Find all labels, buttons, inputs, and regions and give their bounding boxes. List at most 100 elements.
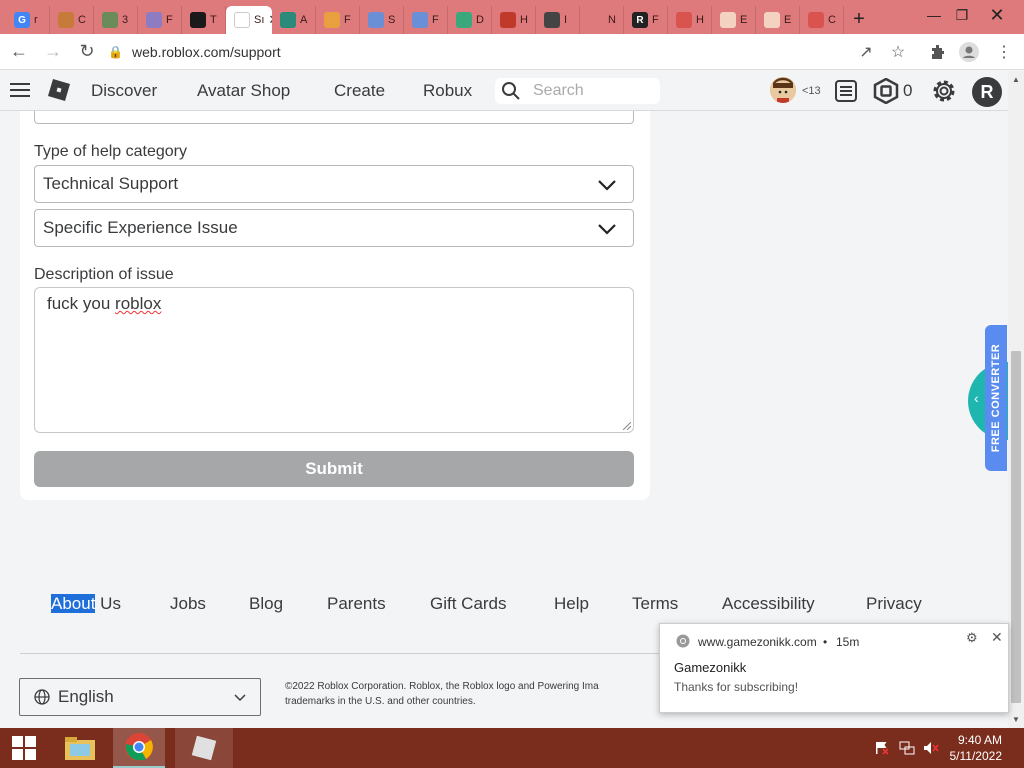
browser-tab[interactable]: E xyxy=(712,6,756,34)
nav-robux[interactable]: Robux xyxy=(423,81,472,101)
previous-field-bottom[interactable] xyxy=(34,111,634,124)
tab-favicon-icon: R xyxy=(632,12,648,28)
minimize-button[interactable]: — xyxy=(916,0,952,30)
resize-handle-icon[interactable] xyxy=(623,422,631,430)
footer-gift-cards[interactable]: Gift Cards xyxy=(430,594,507,614)
tab-favicon-icon xyxy=(190,12,206,28)
bookmark-star-icon[interactable]: ☆ xyxy=(888,42,908,62)
browser-tab[interactable]: C xyxy=(50,6,94,34)
footer-terms[interactable]: Terms xyxy=(632,594,678,614)
system-clock[interactable]: 9:40 AM 5/11/2022 xyxy=(950,732,1003,764)
subcategory-select[interactable]: Specific Experience Issue xyxy=(34,209,634,247)
roblox-logo-icon[interactable] xyxy=(48,79,70,106)
free-converter-widget[interactable]: FREE CONVERTER xyxy=(985,325,1007,471)
browser-tab[interactable]: F xyxy=(138,6,182,34)
tab-favicon-icon xyxy=(808,12,824,28)
notification-close-icon[interactable]: ✕ xyxy=(991,629,1003,646)
notification-settings-icon[interactable]: ⚙ xyxy=(966,630,978,646)
hamburger-menu-icon[interactable] xyxy=(10,81,30,104)
browser-tab[interactable]: F xyxy=(316,6,360,34)
windows-taskbar: 9:40 AM 5/11/2022 xyxy=(0,728,1024,768)
browser-tab[interactable]: T xyxy=(182,6,226,34)
browser-tab[interactable]: F xyxy=(404,6,448,34)
lock-icon: 🔒 xyxy=(108,45,123,59)
nav-avatar-shop[interactable]: Avatar Shop xyxy=(197,81,290,101)
browser-tab[interactable]: I xyxy=(536,6,580,34)
tab-favicon-icon xyxy=(58,12,74,28)
browser-tab[interactable]: Sı✕ xyxy=(226,6,272,34)
robux-icon[interactable] xyxy=(873,77,899,109)
nav-create[interactable]: Create xyxy=(334,81,385,101)
footer-blog[interactable]: Blog xyxy=(249,594,283,614)
tab-title: D xyxy=(476,14,484,26)
browser-tab[interactable]: N xyxy=(580,6,624,34)
tab-title: A xyxy=(300,14,308,26)
browser-tab[interactable]: A xyxy=(272,6,316,34)
back-button[interactable]: ← xyxy=(4,37,34,67)
description-misspelled-word: roblox xyxy=(115,294,162,313)
address-bar[interactable]: 🔒 web.roblox.com/support xyxy=(108,38,924,66)
category-select[interactable]: Technical Support xyxy=(34,165,634,203)
start-button[interactable] xyxy=(0,728,48,768)
settings-gear-icon[interactable] xyxy=(930,77,958,110)
file-explorer-icon[interactable] xyxy=(56,728,104,768)
globe-icon xyxy=(34,689,50,705)
tab-title: F xyxy=(652,14,659,26)
description-textarea[interactable]: fuck you roblox xyxy=(34,287,634,433)
restore-button[interactable]: ❐ xyxy=(952,0,972,30)
nav-discover[interactable]: Discover xyxy=(91,81,157,101)
browser-tab[interactable]: S xyxy=(360,6,404,34)
tab-favicon-icon xyxy=(720,12,736,28)
tab-close-icon[interactable]: ✕ xyxy=(268,12,272,28)
footer-about-us[interactable]: About Us xyxy=(51,594,121,614)
tab-favicon-icon xyxy=(280,12,296,28)
tab-title: C xyxy=(78,14,86,26)
chat-notes-icon[interactable] xyxy=(834,79,858,108)
browser-tab[interactable]: RF xyxy=(624,6,668,34)
push-notification[interactable]: www.gamezonikk.com • 15m ⚙ ✕ Gamezonikk … xyxy=(659,623,1009,713)
tab-title: E xyxy=(740,14,748,26)
browser-tab[interactable]: C xyxy=(800,6,844,34)
subcategory-value: Specific Experience Issue xyxy=(43,218,238,237)
roblox-extension-icon[interactable]: R xyxy=(972,77,1002,107)
scrollbar-thumb[interactable] xyxy=(1011,351,1021,703)
avatar[interactable] xyxy=(770,77,796,103)
footer-privacy[interactable]: Privacy xyxy=(866,594,922,614)
browser-tab[interactable]: 3 xyxy=(94,6,138,34)
language-select[interactable]: English xyxy=(19,678,261,716)
browser-tab[interactable]: H xyxy=(668,6,712,34)
action-center-flag-icon[interactable] xyxy=(874,728,890,768)
page-scrollbar[interactable]: ▲ ▼ xyxy=(1008,71,1024,728)
share-icon[interactable]: ↗ xyxy=(856,42,876,62)
menu-kebab-icon[interactable]: ⋮ xyxy=(994,42,1014,62)
footer-parents[interactable]: Parents xyxy=(327,594,386,614)
url-text: web.roblox.com/support xyxy=(132,44,281,60)
footer-accessibility[interactable]: Accessibility xyxy=(722,594,815,614)
chevron-down-icon xyxy=(598,224,616,235)
tab-favicon-icon xyxy=(676,12,692,28)
profile-icon[interactable] xyxy=(959,42,979,62)
browser-tab[interactable]: H xyxy=(492,6,536,34)
volume-muted-icon[interactable] xyxy=(922,728,940,768)
search-input[interactable]: Search xyxy=(495,78,660,104)
tab-title: Sı xyxy=(254,14,265,26)
footer-jobs[interactable]: Jobs xyxy=(170,594,206,614)
new-tab-button[interactable]: + xyxy=(844,5,874,33)
browser-tab[interactable]: D xyxy=(448,6,492,34)
chrome-taskbar-icon[interactable] xyxy=(113,728,165,768)
forward-button[interactable]: → xyxy=(38,37,68,67)
extensions-icon[interactable] xyxy=(928,42,948,62)
submit-button[interactable]: Submit xyxy=(34,451,634,487)
tab-title: r xyxy=(34,14,38,26)
footer-help[interactable]: Help xyxy=(554,594,589,614)
network-icon[interactable] xyxy=(898,728,916,768)
tab-title: C xyxy=(828,14,836,26)
close-window-button[interactable]: ✕ xyxy=(980,0,1014,30)
browser-tab[interactable]: E xyxy=(756,6,800,34)
tab-title: 3 xyxy=(122,14,129,26)
reload-button[interactable]: ↻ xyxy=(72,37,102,67)
category-value: Technical Support xyxy=(43,174,179,193)
chevron-down-icon xyxy=(234,694,246,702)
browser-tab[interactable]: Gr xyxy=(6,6,50,34)
roblox-taskbar-icon[interactable] xyxy=(175,728,233,768)
